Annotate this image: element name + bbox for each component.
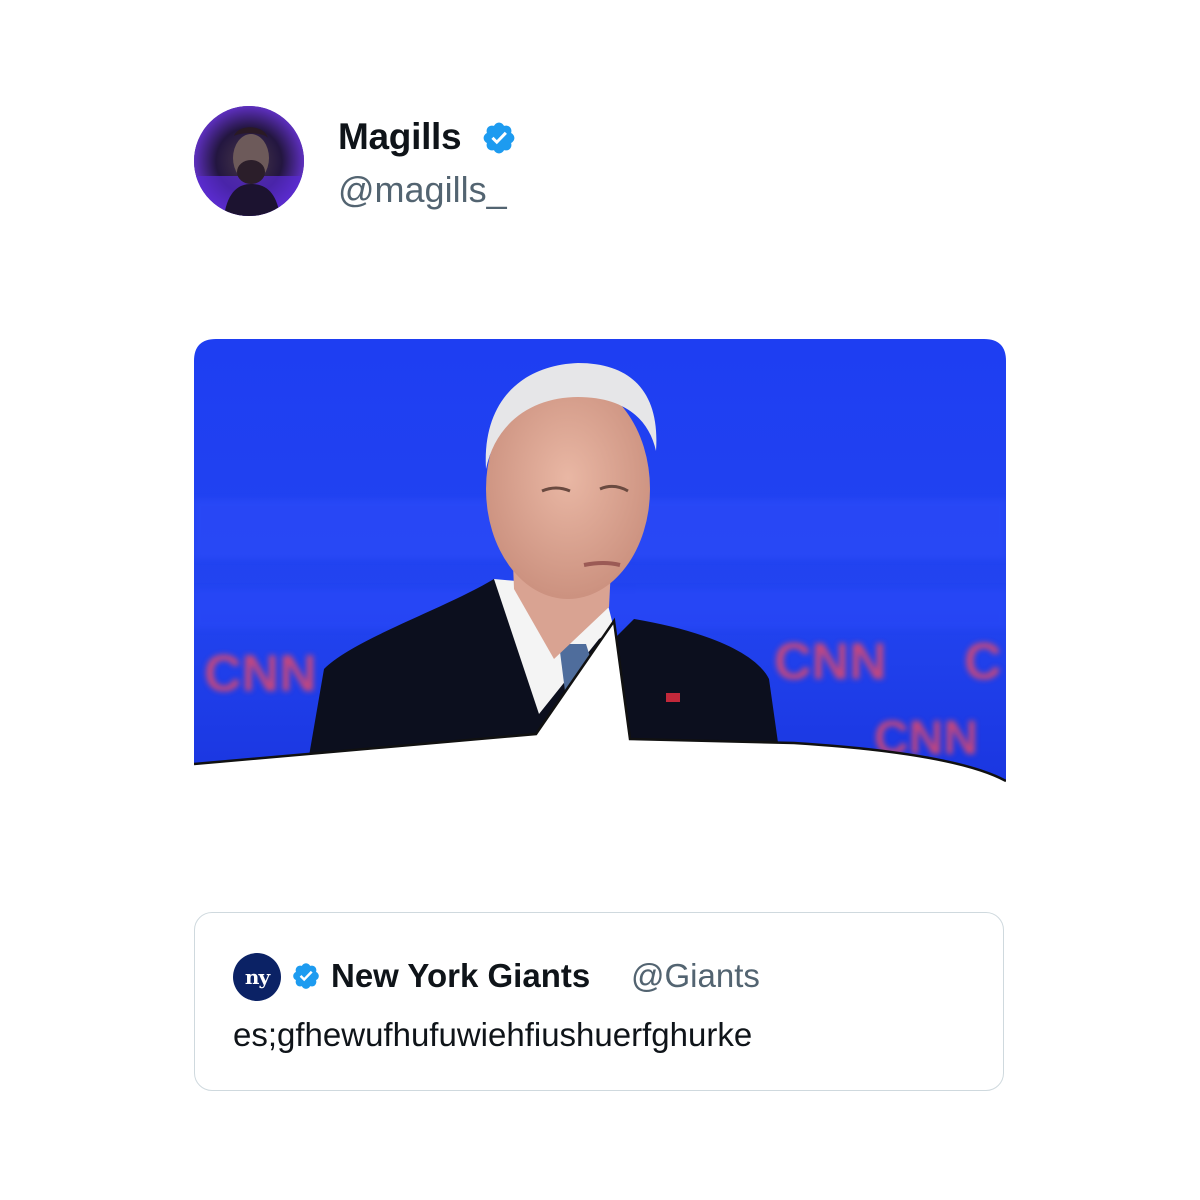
giants-logo-avatar[interactable]: ny — [233, 953, 281, 1001]
verified-badge-icon — [483, 122, 515, 154]
quoted-tweet-text: es;gfhewufhufuwiehfiushuerfghurke — [233, 1016, 753, 1053]
author-avatar[interactable] — [194, 106, 304, 216]
author-handle[interactable]: @magills_ — [338, 169, 507, 211]
quoted-handle[interactable]: @Giants — [631, 957, 760, 995]
tweet-media[interactable]: CNN CNN C CNN — [194, 339, 1006, 785]
quoted-verified-badge-icon — [293, 963, 319, 989]
tweet-header: Magills @magills_ — [194, 106, 894, 218]
quoted-tweet-card[interactable]: ny New York Giants @Giants es;gfhewufhuf… — [194, 912, 1004, 1091]
cnn-logo-edge: C — [964, 633, 1002, 691]
media-photo: CNN CNN C CNN — [194, 339, 1006, 783]
cnn-logo-right: CNN — [774, 633, 887, 691]
author-display-name[interactable]: Magills — [338, 116, 462, 158]
avatar-photo — [194, 106, 304, 216]
cnn-logo-left: CNN — [204, 645, 317, 703]
quoted-display-name[interactable]: New York Giants — [331, 957, 590, 995]
giants-logo-text: ny — [244, 965, 270, 989]
